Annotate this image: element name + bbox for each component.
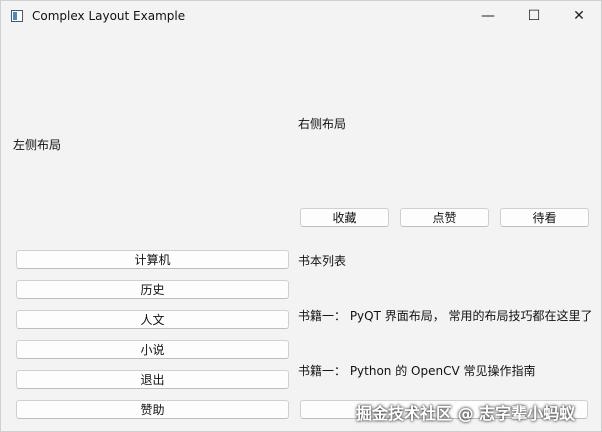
book-list-title: 书本列表 xyxy=(298,254,347,268)
sponsor-button[interactable]: 赞助 xyxy=(16,400,289,419)
novel-button[interactable]: 小说 xyxy=(16,340,289,359)
favorite-button[interactable]: 收藏 xyxy=(300,208,389,227)
like-button[interactable]: 点赞 xyxy=(400,208,489,227)
book-item-1: 书籍一： PyQT 界面布局， 常用的布局技巧都在这里了 xyxy=(298,309,593,323)
maximize-button[interactable]: ☐ xyxy=(511,1,557,31)
title-bar[interactable]: Complex Layout Example — ☐ ✕ xyxy=(1,1,601,31)
right-layout-label: 右侧布局 xyxy=(298,117,347,131)
main-window: Complex Layout Example — ☐ ✕ 左侧布局 计算机 历史… xyxy=(0,0,602,432)
app-icon xyxy=(11,10,23,22)
left-layout-label: 左侧布局 xyxy=(13,138,62,152)
computer-button[interactable]: 计算机 xyxy=(16,250,289,269)
exit-button[interactable]: 退出 xyxy=(16,370,289,389)
window-title: Complex Layout Example xyxy=(32,9,186,23)
watermark: 掘金技术社区 @ 志字辈小蚂蚁 xyxy=(356,404,576,423)
close-button[interactable]: ✕ xyxy=(556,1,602,31)
watch-later-button[interactable]: 待看 xyxy=(500,208,589,227)
book-item-2: 书籍一： Python 的 OpenCV 常见操作指南 xyxy=(298,364,536,378)
minimize-button[interactable]: — xyxy=(465,1,511,31)
history-button[interactable]: 历史 xyxy=(16,280,289,299)
humanities-button[interactable]: 人文 xyxy=(16,310,289,329)
